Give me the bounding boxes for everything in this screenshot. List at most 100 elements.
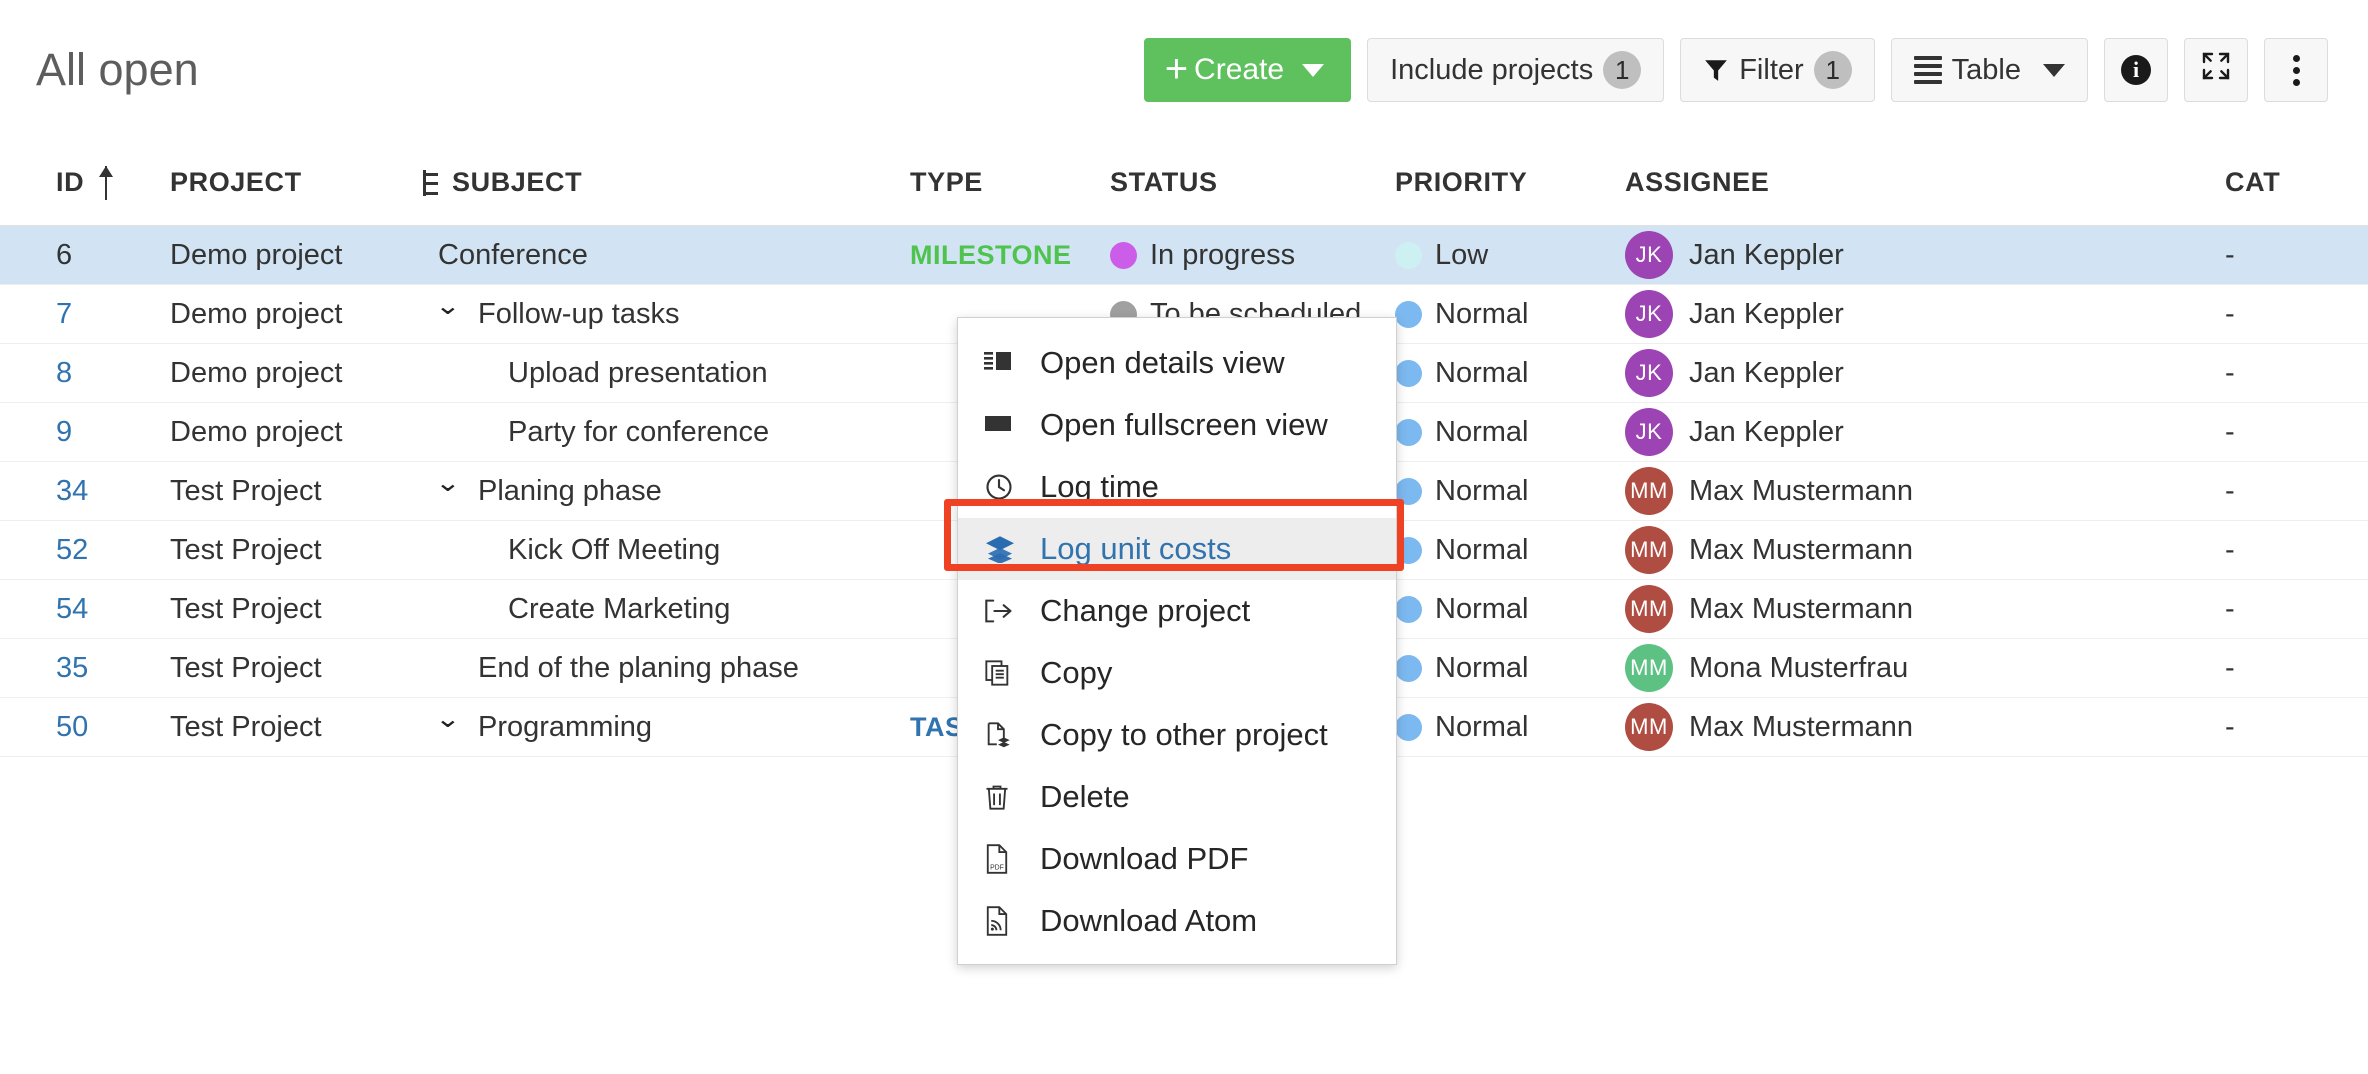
cell-id[interactable]: 6 bbox=[0, 239, 170, 272]
cell-id[interactable]: 34 bbox=[0, 475, 170, 508]
assignee-name: Max Mustermann bbox=[1689, 711, 1913, 744]
cell-id[interactable]: 50 bbox=[0, 711, 170, 744]
create-button[interactable]: + Create bbox=[1144, 38, 1351, 102]
column-header-assignee[interactable]: ASSIGNEE bbox=[1625, 167, 2225, 198]
cell-priority[interactable]: Normal bbox=[1395, 298, 1625, 331]
cell-id[interactable]: 52 bbox=[0, 534, 170, 567]
work-package-id-link[interactable]: 9 bbox=[56, 416, 72, 448]
cell-assignee[interactable]: MMMax Mustermann bbox=[1625, 467, 2225, 515]
cell-subject[interactable]: ⌄Planing phase bbox=[420, 475, 910, 508]
more-options-button[interactable] bbox=[2264, 38, 2328, 102]
cell-priority[interactable]: Normal bbox=[1395, 711, 1625, 744]
cell-id[interactable]: 35 bbox=[0, 652, 170, 685]
context-menu-item-log-unit-costs[interactable]: Log unit costs bbox=[958, 518, 1396, 580]
column-header-id[interactable]: ID bbox=[0, 166, 170, 200]
hierarchy-icon[interactable] bbox=[420, 168, 440, 198]
work-package-id-link[interactable]: 34 bbox=[56, 475, 88, 507]
cell-assignee[interactable]: MMMona Musterfrau bbox=[1625, 644, 2225, 692]
cell-project: Demo project bbox=[170, 416, 420, 449]
cell-category[interactable]: - bbox=[2225, 475, 2365, 508]
cell-id[interactable]: 8 bbox=[0, 357, 170, 390]
context-menu-item-open-details-view[interactable]: Open details view bbox=[958, 332, 1396, 394]
context-menu-item-change-project[interactable]: Change project bbox=[958, 580, 1396, 642]
cell-assignee[interactable]: JKJan Keppler bbox=[1625, 231, 2225, 279]
column-header-cat[interactable]: CAT bbox=[2225, 167, 2365, 198]
cell-id[interactable]: 7 bbox=[0, 298, 170, 331]
cell-category[interactable]: - bbox=[2225, 416, 2365, 449]
context-menu-item-label: Delete bbox=[1040, 779, 1130, 815]
priority-dot-icon bbox=[1395, 537, 1422, 564]
cell-priority[interactable]: Normal bbox=[1395, 652, 1625, 685]
context-menu-item-delete[interactable]: Delete bbox=[958, 766, 1396, 828]
cell-priority[interactable]: Normal bbox=[1395, 593, 1625, 626]
priority-label: Normal bbox=[1435, 593, 1528, 626]
cell-category[interactable]: - bbox=[2225, 239, 2365, 272]
cell-subject[interactable]: End of the planing phase bbox=[420, 652, 910, 685]
cell-category[interactable]: - bbox=[2225, 593, 2365, 626]
avatar: MM bbox=[1625, 703, 1673, 751]
cell-subject[interactable]: Party for conference bbox=[420, 416, 910, 449]
context-menu-item-label: Open fullscreen view bbox=[1040, 407, 1328, 443]
column-header-subject[interactable]: SUBJECT bbox=[420, 167, 910, 198]
chevron-down-icon[interactable]: ⌄ bbox=[435, 294, 468, 319]
column-header-type-label: TYPE bbox=[910, 167, 983, 198]
cell-priority[interactable]: Normal bbox=[1395, 357, 1625, 390]
table-row[interactable]: 6Demo projectConferenceMILESTONEIn progr… bbox=[0, 226, 2368, 285]
column-header-status[interactable]: STATUS bbox=[1110, 167, 1395, 198]
context-menu-item-open-fullscreen-view[interactable]: Open fullscreen view bbox=[958, 394, 1396, 456]
avatar: JK bbox=[1625, 231, 1673, 279]
cell-assignee[interactable]: JKJan Keppler bbox=[1625, 349, 2225, 397]
cell-category[interactable]: - bbox=[2225, 534, 2365, 567]
work-package-id-link[interactable]: 7 bbox=[56, 298, 72, 330]
cell-subject[interactable]: Kick Off Meeting bbox=[420, 534, 910, 567]
work-package-id-link[interactable]: 35 bbox=[56, 652, 88, 684]
page-title: All open bbox=[36, 44, 199, 96]
column-header-project[interactable]: PROJECT bbox=[170, 167, 420, 198]
cell-category[interactable]: - bbox=[2225, 652, 2365, 685]
context-menu-item-copy[interactable]: Copy bbox=[958, 642, 1396, 704]
column-header-priority[interactable]: PRIORITY bbox=[1395, 167, 1625, 198]
include-projects-button[interactable]: Include projects 1 bbox=[1367, 38, 1664, 102]
column-header-assignee-label: ASSIGNEE bbox=[1625, 167, 1769, 198]
cell-category[interactable]: - bbox=[2225, 298, 2365, 331]
work-package-id-link[interactable]: 52 bbox=[56, 534, 88, 566]
context-menu-item-log-time[interactable]: Log time bbox=[958, 456, 1396, 518]
work-package-id-link[interactable]: 6 bbox=[56, 239, 72, 271]
cell-subject[interactable]: Conference bbox=[420, 239, 910, 272]
cell-id[interactable]: 54 bbox=[0, 593, 170, 626]
filter-button[interactable]: Filter 1 bbox=[1680, 38, 1874, 102]
cell-priority[interactable]: Normal bbox=[1395, 475, 1625, 508]
cell-priority[interactable]: Low bbox=[1395, 239, 1625, 272]
cell-subject[interactable]: ⌄Programming bbox=[420, 711, 910, 744]
cell-type[interactable]: MILESTONE bbox=[910, 240, 1110, 271]
context-menu-item-download-pdf[interactable]: PDFDownload PDF bbox=[958, 828, 1396, 890]
cell-id[interactable]: 9 bbox=[0, 416, 170, 449]
context-menu-item-download-atom[interactable]: Download Atom bbox=[958, 890, 1396, 952]
cell-assignee[interactable]: MMMax Mustermann bbox=[1625, 585, 2225, 633]
cell-status[interactable]: In progress bbox=[1110, 239, 1395, 272]
cell-assignee[interactable]: MM Max Mustermann bbox=[1625, 703, 2225, 751]
page-toolbar: All open + Create Include projects 1 Fil… bbox=[0, 0, 2368, 140]
cell-assignee[interactable]: JKJan Keppler bbox=[1625, 408, 2225, 456]
view-mode-button[interactable]: Table bbox=[1891, 38, 2088, 102]
column-header-type[interactable]: TYPE bbox=[910, 167, 1110, 198]
chevron-down-icon[interactable]: ⌄ bbox=[435, 471, 468, 496]
cell-subject[interactable]: Create Marketing bbox=[420, 593, 910, 626]
info-button[interactable]: i bbox=[2104, 38, 2168, 102]
trash-icon bbox=[984, 783, 1030, 811]
chevron-down-icon[interactable]: ⌄ bbox=[435, 707, 468, 732]
fullscreen-button[interactable] bbox=[2184, 38, 2248, 102]
priority-dot-icon bbox=[1395, 655, 1422, 682]
work-package-id-link[interactable]: 54 bbox=[56, 593, 88, 625]
cell-priority[interactable]: Normal bbox=[1395, 534, 1625, 567]
cell-priority[interactable]: Normal bbox=[1395, 416, 1625, 449]
work-package-id-link[interactable]: 50 bbox=[56, 711, 88, 743]
context-menu-item-copy-to-other-project[interactable]: Copy to other project bbox=[958, 704, 1396, 766]
work-package-id-link[interactable]: 8 bbox=[56, 357, 72, 389]
cell-category[interactable]: - bbox=[2225, 711, 2365, 744]
cell-subject[interactable]: Upload presentation bbox=[420, 357, 910, 390]
cell-category[interactable]: - bbox=[2225, 357, 2365, 390]
cell-assignee[interactable]: MMMax Mustermann bbox=[1625, 526, 2225, 574]
cell-subject[interactable]: ⌄Follow-up tasks bbox=[420, 298, 910, 331]
cell-assignee[interactable]: JKJan Keppler bbox=[1625, 290, 2225, 338]
